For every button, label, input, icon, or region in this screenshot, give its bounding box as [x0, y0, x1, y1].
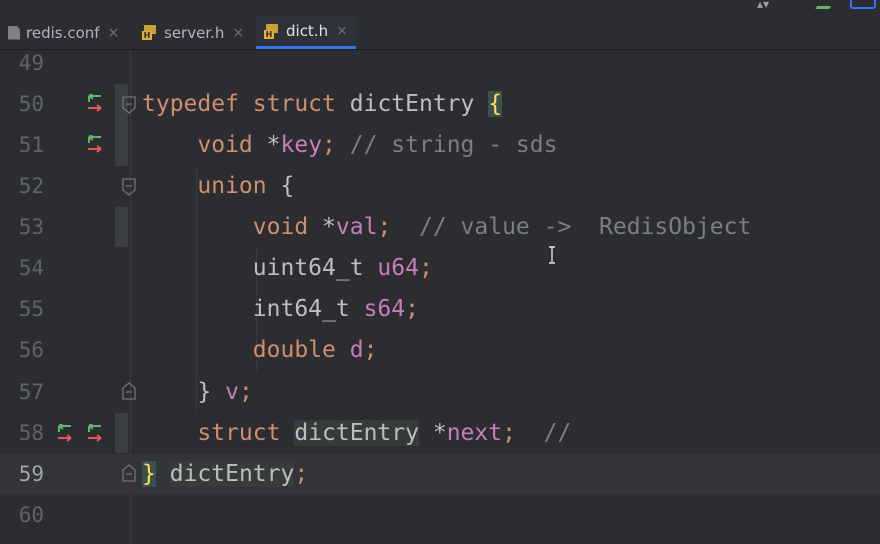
navigate-related-icon[interactable]	[84, 133, 106, 155]
tab-label: dict.h	[286, 22, 329, 40]
header-file-icon: H	[142, 25, 158, 40]
close-icon[interactable]: ×	[336, 23, 348, 39]
text-cursor-icon	[548, 246, 556, 264]
identifier-highlight: dictEntry	[169, 461, 295, 487]
navigate-related-icon[interactable]	[84, 422, 106, 444]
navigate-related-icon[interactable]	[54, 422, 76, 444]
code-text: void *val; // value -> RedisObject	[252, 214, 752, 240]
code-text: union {	[197, 173, 295, 199]
identifier-highlight: dictEntry	[294, 420, 419, 446]
line-number: 59	[18, 462, 44, 486]
code-text: typedef struct dictEntry {	[142, 91, 503, 117]
header-file-icon: H	[264, 23, 280, 39]
code-text: uint64_t u64;	[252, 255, 433, 281]
code-line-54: 54 uint64_t u64;	[0, 248, 880, 289]
window-layout-icon[interactable]	[850, 0, 876, 9]
code-text: } v;	[197, 379, 253, 405]
code-text: } dictEntry;	[142, 461, 309, 487]
navigate-related-icon[interactable]	[84, 92, 106, 114]
line-number: 51	[18, 133, 44, 157]
code-text: void *key; // string - sds	[197, 132, 558, 158]
vcs-update-icon[interactable]	[815, 0, 835, 9]
line-number: 56	[18, 338, 44, 362]
line-number: 58	[18, 421, 44, 445]
code-line-49: 49	[0, 43, 880, 84]
line-number: 49	[18, 51, 44, 75]
code-text: int64_t s64;	[252, 296, 419, 322]
tab-label: redis.conf	[26, 23, 100, 42]
code-line-53: 53 void *val; // value -> RedisObject	[0, 207, 880, 248]
line-number: 52	[18, 174, 44, 198]
fold-collapse-icon[interactable]	[121, 178, 137, 196]
code-line-60: 60	[0, 495, 880, 536]
code-line-58: 58 struct dictEntry *next; //	[0, 413, 880, 454]
close-icon[interactable]: ×	[108, 25, 120, 41]
fold-end-icon[interactable]	[121, 464, 137, 482]
line-number: 53	[18, 215, 44, 239]
fold-end-icon[interactable]	[121, 382, 137, 400]
line-number: 54	[18, 256, 44, 280]
tab-label: server.h	[164, 23, 225, 42]
line-number: 50	[18, 92, 44, 116]
line-number: 55	[18, 297, 44, 321]
code-line-56: 56 double d;	[0, 330, 880, 371]
code-line-51: 51 void *key; // string - sds	[0, 125, 880, 166]
matched-brace: }	[142, 461, 156, 487]
code-line-55: 55 int64_t s64;	[0, 289, 880, 330]
config-file-icon	[8, 25, 20, 40]
close-icon[interactable]: ×	[232, 25, 244, 41]
code-text: struct dictEntry *next; //	[197, 420, 572, 446]
line-number: 57	[18, 380, 44, 404]
fold-collapse-icon[interactable]	[121, 96, 137, 114]
user-menu-icon[interactable]: ▴▾	[757, 0, 787, 10]
line-number: 60	[18, 503, 44, 527]
matched-brace: {	[488, 91, 503, 117]
code-text: double d;	[252, 337, 378, 363]
